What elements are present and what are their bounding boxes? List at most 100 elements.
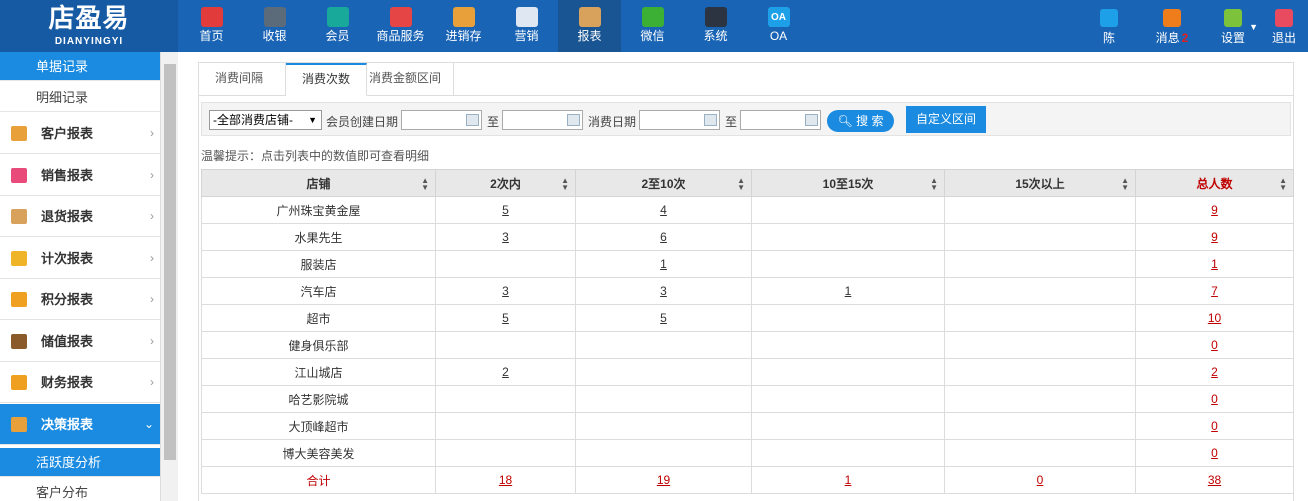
user-menu[interactable]: 陈 [1080, 0, 1138, 52]
sort-icon[interactable]: ▲ ▼ [737, 177, 745, 192]
calendar-icon[interactable] [805, 114, 818, 126]
count-cell[interactable]: 1 [575, 250, 752, 278]
count-cell[interactable]: 10 [1135, 304, 1294, 332]
tab-consume-amount-range[interactable]: 消费金额区间 [367, 63, 455, 96]
count-link[interactable]: 1 [1211, 257, 1218, 271]
sidebar-group-stored-value-report[interactable]: 储值报表 › [0, 321, 160, 362]
count-cell[interactable]: 0 [1135, 412, 1294, 440]
nav-item-home[interactable]: 首页 [180, 0, 243, 52]
count-link[interactable]: 7 [1211, 284, 1218, 298]
store-select[interactable]: -全部消费店铺- ▼ [209, 110, 322, 130]
count-link[interactable]: 2 [502, 365, 509, 379]
sidebar-group-return-report[interactable]: 退货报表 › [0, 196, 160, 237]
calendar-icon[interactable] [466, 114, 479, 126]
sidebar-group-points-report[interactable]: 积分报表 › [0, 279, 160, 320]
column-header[interactable]: 店铺 ▲ ▼ [201, 169, 436, 197]
count-cell[interactable]: 5 [435, 304, 576, 332]
sidebar-item-document-records[interactable]: 单据记录 [0, 52, 160, 81]
nav-item-member[interactable]: 会员 [306, 0, 369, 52]
sidebar-item-detail-records[interactable]: 明细记录 [0, 83, 160, 112]
count-cell[interactable]: 9 [1135, 196, 1294, 224]
consume-date-start-input[interactable] [639, 110, 720, 130]
count-link[interactable]: 18 [499, 473, 512, 487]
count-cell[interactable]: 6 [575, 223, 752, 251]
count-link[interactable]: 9 [1211, 230, 1218, 244]
count-cell[interactable]: 3 [435, 223, 576, 251]
count-cell[interactable]: 0 [1135, 331, 1294, 359]
sidebar-group-finance-report[interactable]: 财务报表 › [0, 362, 160, 403]
sidebar-group-decision-report[interactable]: 决策报表 ⌄ [0, 403, 160, 445]
count-link[interactable]: 0 [1211, 338, 1218, 352]
count-cell[interactable]: 0 [1135, 439, 1294, 467]
count-link[interactable]: 2 [1211, 365, 1218, 379]
nav-item-oa[interactable]: OA OA [747, 0, 810, 52]
sort-icon[interactable]: ▲ ▼ [930, 177, 938, 192]
count-cell[interactable]: 19 [575, 466, 752, 494]
column-header[interactable]: 总人数 ▲ ▼ [1135, 169, 1294, 197]
count-cell[interactable]: 2 [435, 358, 576, 386]
nav-item-inventory[interactable]: 进销存 [432, 0, 495, 52]
sidebar-scrollbar[interactable] [160, 52, 178, 501]
tab-consume-interval[interactable]: 消费间隔 [199, 63, 287, 96]
count-link[interactable]: 1 [845, 473, 852, 487]
column-header[interactable]: 2次内 ▲ ▼ [435, 169, 576, 197]
count-link[interactable]: 0 [1211, 392, 1218, 406]
sort-icon[interactable]: ▲ ▼ [1279, 177, 1287, 192]
sidebar-group-count-report[interactable]: 计次报表 › [0, 238, 160, 279]
logo[interactable]: 店盈易 DIANYINGYI [0, 0, 178, 52]
count-link[interactable]: 19 [657, 473, 670, 487]
count-link[interactable]: 5 [502, 203, 509, 217]
sort-icon[interactable]: ▲ ▼ [561, 177, 569, 192]
count-cell[interactable]: 1 [751, 466, 945, 494]
count-link[interactable]: 38 [1208, 473, 1221, 487]
count-link[interactable]: 0 [1211, 446, 1218, 460]
nav-item-product[interactable]: 商品服务 [369, 0, 432, 52]
nav-item-wechat[interactable]: 微信 [621, 0, 684, 52]
count-cell[interactable]: 1 [1135, 250, 1294, 278]
create-date-end-input[interactable] [502, 110, 583, 130]
count-cell[interactable]: 0 [1135, 385, 1294, 413]
calendar-icon[interactable] [567, 114, 580, 126]
column-header[interactable]: 10至15次 ▲ ▼ [751, 169, 945, 197]
logout-button[interactable]: 退出 [1260, 0, 1308, 52]
sidebar-group-customer-report[interactable]: 客户报表 › [0, 113, 160, 154]
calendar-icon[interactable] [704, 114, 717, 126]
create-date-start-input[interactable] [401, 110, 482, 130]
count-cell[interactable]: 3 [575, 277, 752, 305]
count-link[interactable]: 1 [660, 257, 667, 271]
nav-item-report[interactable]: 报表 [558, 0, 621, 52]
count-link[interactable]: 6 [660, 230, 667, 244]
count-cell[interactable]: 4 [575, 196, 752, 224]
count-cell[interactable]: 18 [435, 466, 576, 494]
count-link[interactable]: 0 [1211, 419, 1218, 433]
column-header[interactable]: 15次以上 ▲ ▼ [944, 169, 1136, 197]
count-cell[interactable]: 9 [1135, 223, 1294, 251]
count-cell[interactable]: 38 [1135, 466, 1294, 494]
sort-icon[interactable]: ▲ ▼ [1121, 177, 1129, 192]
count-cell[interactable]: 3 [435, 277, 576, 305]
count-cell[interactable]: 0 [944, 466, 1136, 494]
nav-item-system[interactable]: 系统 [684, 0, 747, 52]
nav-item-marketing[interactable]: 营销 [495, 0, 558, 52]
scrollbar-thumb[interactable] [164, 64, 176, 460]
count-link[interactable]: 3 [660, 284, 667, 298]
count-link[interactable]: 3 [502, 284, 509, 298]
sort-icon[interactable]: ▲ ▼ [421, 177, 429, 192]
count-cell[interactable]: 7 [1135, 277, 1294, 305]
sidebar-group-sales-report[interactable]: 销售报表 › [0, 155, 160, 196]
count-cell[interactable]: 2 [1135, 358, 1294, 386]
count-link[interactable]: 1 [845, 284, 852, 298]
count-cell[interactable]: 5 [575, 304, 752, 332]
column-header[interactable]: 2至10次 ▲ ▼ [575, 169, 752, 197]
count-link[interactable]: 4 [660, 203, 667, 217]
count-link[interactable]: 3 [502, 230, 509, 244]
count-link[interactable]: 10 [1208, 311, 1221, 325]
search-button[interactable]: 🔍︎ 搜 索 [827, 110, 894, 132]
count-link[interactable]: 5 [502, 311, 509, 325]
nav-item-cash-register[interactable]: 收银 [243, 0, 306, 52]
consume-date-end-input[interactable] [740, 110, 821, 130]
tab-consume-count[interactable]: 消费次数 [286, 63, 368, 96]
messages-button[interactable]: 消息 2 [1138, 0, 1206, 52]
count-link[interactable]: 5 [660, 311, 667, 325]
sidebar-item-customer-distribution[interactable]: 客户分布 [0, 478, 160, 501]
